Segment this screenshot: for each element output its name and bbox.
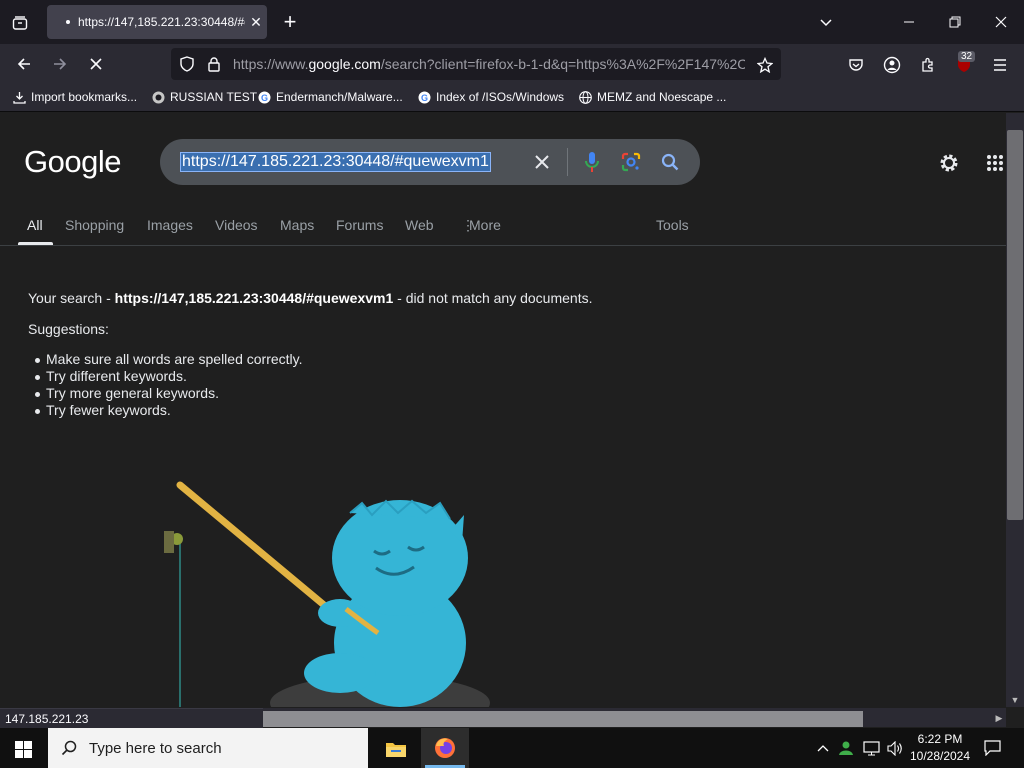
search-input[interactable]: https://147.185.221.23:30448/#quewexvm1 <box>180 152 491 172</box>
bookmark-star-icon[interactable] <box>754 54 776 76</box>
bookmark-label: Import bookmarks... <box>31 90 138 104</box>
notifications-icon[interactable] <box>981 737 1003 759</box>
tab-web[interactable]: Web <box>405 217 434 233</box>
bookmark-label: Index of /ISOs/Windows <box>436 90 565 104</box>
loading-dot-icon <box>66 20 70 24</box>
account-icon[interactable] <box>881 54 903 76</box>
tab-images[interactable]: Images <box>147 217 193 233</box>
firefox-icon[interactable] <box>431 735 459 761</box>
google-g-icon: G <box>257 90 271 104</box>
show-hidden-icons-chevron-icon[interactable] <box>814 738 832 758</box>
suggestions-title: Suggestions: <box>28 321 109 337</box>
clock-time: 6:22 PM <box>917 732 963 746</box>
stop-loading-icon[interactable] <box>84 52 108 76</box>
file-explorer-icon[interactable] <box>382 736 410 762</box>
bookmark-import[interactable]: Import bookmarks... <box>12 90 137 104</box>
clock-date: 10/28/2024 <box>909 749 971 763</box>
close-window-icon[interactable] <box>989 10 1013 34</box>
scroll-right-arrow-icon[interactable]: ▶ <box>992 711 1006 725</box>
list-tabs-chevron-icon[interactable] <box>814 10 838 34</box>
tab-title: https://147,185.221.23:30448/#q <box>78 15 245 29</box>
bookmark-memz[interactable]: MEMZ and Noescape ... <box>578 90 726 104</box>
list-item: Try more general keywords. <box>35 385 303 402</box>
minimize-window-icon[interactable] <box>897 10 921 34</box>
bookmark-russian-test[interactable]: RUSSIAN TEST <box>151 90 257 104</box>
volume-icon[interactable] <box>885 738 905 758</box>
pocket-icon[interactable] <box>845 54 867 76</box>
taskbar-search-icon <box>61 740 77 756</box>
searched-query: https://147,185.221.23:30448/#quewexvm1 <box>114 290 394 306</box>
bookmark-label: Endermanch/Malware... <box>276 90 403 104</box>
svg-text:G: G <box>420 93 427 103</box>
bookmark-endermanch[interactable]: G Endermanch/Malware... <box>257 90 403 104</box>
settings-gear-icon[interactable] <box>937 151 961 175</box>
taskbar-clock[interactable]: 6:22 PM 10/28/2024 <box>906 731 974 765</box>
extensions-puzzle-icon[interactable] <box>917 54 939 76</box>
import-icon <box>12 90 26 104</box>
tab-shopping[interactable]: Shopping <box>65 217 124 233</box>
new-tab-icon[interactable]: + <box>278 9 302 34</box>
list-item: Make sure all words are spelled correctl… <box>35 351 303 367</box>
google-g-icon: G <box>417 90 431 104</box>
search-magnifier-icon[interactable] <box>658 150 682 174</box>
browser-tab-active[interactable]: https://147,185.221.23:30448/#q ✕ <box>47 5 267 39</box>
tab-overview-icon[interactable] <box>8 11 32 35</box>
forward-arrow-icon[interactable] <box>48 52 72 76</box>
google-logo[interactable]: Google <box>24 144 121 180</box>
taskbar-search-placeholder: Type here to search <box>89 739 222 757</box>
github-icon <box>151 90 165 104</box>
voice-search-mic-icon[interactable] <box>580 150 604 174</box>
list-item: Try fewer keywords. <box>35 402 303 419</box>
bookmark-label: MEMZ and Noescape ... <box>597 90 727 104</box>
windows-start-icon[interactable] <box>12 738 34 760</box>
globe-icon <box>578 90 592 104</box>
google-lens-icon[interactable] <box>619 150 643 174</box>
url-text[interactable]: https://www.google.com/search?client=fir… <box>233 56 745 72</box>
no-results-message: Your search - https://147,185.221.23:304… <box>28 290 593 306</box>
lock-icon[interactable] <box>204 54 224 74</box>
tracking-shield-icon[interactable] <box>177 54 197 74</box>
more-vertical-dots-icon: ⋮ <box>461 217 475 233</box>
horizontal-scrollbar-thumb[interactable] <box>263 711 863 727</box>
tab-more-label: More <box>469 217 501 233</box>
tab-more[interactable]: ⋮More <box>461 217 501 234</box>
bookmark-index-isos[interactable]: G Index of /ISOs/Windows <box>417 90 564 104</box>
fishing-mascot-illustration <box>164 481 490 707</box>
close-tab-icon[interactable]: ✕ <box>245 14 267 31</box>
restore-window-icon[interactable] <box>943 10 967 34</box>
tab-all[interactable]: All <box>27 217 43 233</box>
network-icon[interactable] <box>861 738 881 758</box>
vertical-scrollbar-thumb[interactable] <box>1007 130 1023 520</box>
clear-search-icon[interactable] <box>530 150 554 174</box>
taskbar-search-box[interactable]: Type here to search <box>48 728 368 768</box>
suggestions-list: Make sure all words are spelled correctl… <box>35 351 303 419</box>
search-box-divider <box>567 148 568 176</box>
user-status-icon[interactable] <box>836 738 856 758</box>
svg-text:G: G <box>260 93 267 103</box>
google-apps-grid-icon[interactable] <box>983 151 1007 175</box>
tab-videos[interactable]: Videos <box>215 217 258 233</box>
bookmark-label: RUSSIAN TEST <box>170 90 258 104</box>
tabs-divider <box>0 245 1006 246</box>
back-arrow-icon[interactable] <box>12 52 36 76</box>
tools-button[interactable]: Tools <box>656 217 689 233</box>
tab-forums[interactable]: Forums <box>336 217 383 233</box>
link-status-panel: 147.185.221.23 <box>0 708 263 728</box>
scroll-down-arrow-icon[interactable]: ▼ <box>1008 693 1022 707</box>
tab-maps[interactable]: Maps <box>280 217 314 233</box>
menu-hamburger-icon[interactable] <box>989 54 1011 76</box>
extension-badge: 32 <box>958 51 976 62</box>
list-item: Try different keywords. <box>35 368 303 385</box>
